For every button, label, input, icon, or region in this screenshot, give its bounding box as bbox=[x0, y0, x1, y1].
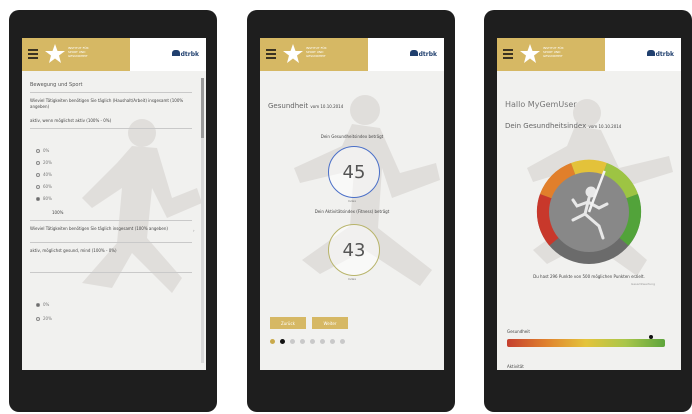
page-dots bbox=[270, 339, 345, 344]
page-title: Gesundheit vom 10.10.2014 bbox=[268, 102, 343, 110]
page-dot[interactable] bbox=[290, 339, 295, 344]
question-text[interactable]: Wieviel Tätigkeiten benötigen Sie täglic… bbox=[30, 226, 180, 232]
answer-row[interactable]: aktiv, möglichst gesund, mind (100% - 0%… bbox=[30, 248, 180, 253]
option-caption: 100% bbox=[52, 210, 64, 215]
radio-option[interactable]: 20% bbox=[36, 316, 52, 321]
partner-logo: dtrbk bbox=[171, 50, 199, 58]
dashboard-title: Dein Gesundheitsindex vom 10.10.2014 bbox=[505, 122, 621, 130]
partner-logo-icon bbox=[171, 50, 180, 56]
index-label: Dein Gesundheitsindex beträgt bbox=[320, 134, 384, 139]
health-index-circle: 45 bbox=[328, 146, 380, 198]
brand-text: INSTITUT FÜR SPORT UND GESUNDHEIT bbox=[306, 46, 327, 58]
radio-label: 20% bbox=[43, 316, 52, 321]
radio-option-selected[interactable]: 80% bbox=[36, 196, 52, 201]
hamburger-icon[interactable] bbox=[266, 49, 276, 59]
hamburger-icon[interactable] bbox=[28, 49, 38, 59]
health-scale-bar bbox=[507, 339, 665, 347]
index-label: Dein Aktivitätsindex (Fitness) beträgt bbox=[314, 209, 390, 214]
brand-bar: INSTITUT FÜR SPORT UND GESUNDHEIT bbox=[497, 38, 605, 71]
brand-bar: INSTITUT FÜR SPORT UND GESUNDHEIT bbox=[22, 38, 130, 71]
unit-label: Index bbox=[347, 277, 357, 281]
partner-logo-icon bbox=[646, 50, 655, 56]
health-gauge bbox=[536, 159, 642, 264]
radio-option[interactable]: 20% bbox=[36, 160, 52, 165]
divider bbox=[30, 220, 192, 221]
star-logo-icon bbox=[520, 44, 540, 63]
page-dot[interactable] bbox=[320, 339, 325, 344]
radio-label: 40% bbox=[43, 172, 52, 177]
brand-line: GESUNDHEIT bbox=[68, 54, 88, 58]
page-dot[interactable] bbox=[300, 339, 305, 344]
brand-text: INSTITUT FÜR SPORT UND GESUNDHEIT bbox=[543, 46, 564, 58]
radio-option[interactable]: 0% bbox=[36, 148, 49, 153]
screen-dashboard: INSTITUT FÜR SPORT UND GESUNDHEIT dtrbk … bbox=[497, 38, 681, 370]
bar-label: Gesundheit bbox=[507, 329, 530, 334]
page-dot[interactable] bbox=[270, 339, 275, 344]
unit-label: Index bbox=[347, 199, 357, 203]
app-header: INSTITUT FÜR SPORT UND GESUNDHEIT dtrbk bbox=[497, 38, 681, 71]
radio-label: 0% bbox=[43, 302, 50, 307]
page-title-text: Gesundheit bbox=[268, 102, 309, 110]
chevron-right-icon[interactable]: › bbox=[193, 228, 195, 233]
gauge-caption: Du hast 296 Punkte von 500 möglichen Pun… bbox=[533, 274, 645, 279]
brand-line: GESUNDHEIT bbox=[306, 54, 326, 58]
dashboard-title-date: vom 10.10.2014 bbox=[588, 124, 622, 129]
divider bbox=[30, 128, 192, 129]
activity-index-circle: 43 bbox=[328, 224, 380, 276]
divider bbox=[30, 92, 192, 93]
answer-row[interactable]: aktiv, wenn möglichst aktiv (100% - 0%) bbox=[30, 118, 190, 123]
phone-dashboard: INSTITUT FÜR SPORT UND GESUNDHEIT dtrbk … bbox=[484, 10, 692, 412]
next-button[interactable]: Weiter bbox=[312, 317, 348, 329]
screen-questionnaire: INSTITUT FÜR SPORT UND GESUNDHEIT dtrbk … bbox=[22, 38, 206, 370]
activity-index-value: 43 bbox=[342, 239, 366, 261]
radio-option[interactable]: 60% bbox=[36, 184, 52, 189]
partner-logo: dtrbk bbox=[646, 50, 674, 58]
back-button[interactable]: Zurück bbox=[270, 317, 306, 329]
radio-option-selected[interactable]: 0% bbox=[36, 302, 49, 307]
screenshot-stage: INSTITUT FÜR SPORT UND GESUNDHEIT dtrbk … bbox=[0, 0, 692, 414]
page-dot[interactable] bbox=[330, 339, 335, 344]
partner-logo: dtrbk bbox=[409, 50, 437, 58]
brand-line: GESUNDHEIT bbox=[543, 54, 563, 58]
section-title: Bewegung und Sport bbox=[30, 82, 83, 88]
star-logo-icon bbox=[45, 44, 65, 63]
page-dot-active[interactable] bbox=[280, 339, 285, 344]
radio-label: 60% bbox=[43, 184, 52, 189]
partner-label: dtrbk bbox=[180, 51, 199, 58]
divider bbox=[30, 272, 192, 273]
app-header: INSTITUT FÜR SPORT UND GESUNDHEIT dtrbk bbox=[260, 38, 444, 71]
app-header: INSTITUT FÜR SPORT UND GESUNDHEIT dtrbk bbox=[22, 38, 206, 71]
page-subtitle: vom 10.10.2014 bbox=[310, 104, 344, 109]
side-note: Gesamtwertung bbox=[631, 282, 656, 286]
partner-logo-icon bbox=[409, 50, 418, 56]
partner-label: dtrbk bbox=[655, 51, 674, 58]
screen-results: INSTITUT FÜR SPORT UND GESUNDHEIT dtrbk … bbox=[260, 38, 444, 370]
radio-option[interactable]: 40% bbox=[36, 172, 52, 177]
radio-label: 80% bbox=[43, 196, 52, 201]
brand-text: INSTITUT FÜR SPORT UND GESUNDHEIT bbox=[68, 46, 89, 58]
footer-label: Aktivität bbox=[507, 364, 524, 369]
phone-results: INSTITUT FÜR SPORT UND GESUNDHEIT dtrbk … bbox=[247, 10, 455, 412]
radio-label: 20% bbox=[43, 160, 52, 165]
brand-bar: INSTITUT FÜR SPORT UND GESUNDHEIT bbox=[260, 38, 368, 71]
scale-marker bbox=[648, 335, 653, 339]
scrollbar-thumb[interactable] bbox=[201, 78, 204, 138]
phone-questionnaire: INSTITUT FÜR SPORT UND GESUNDHEIT dtrbk … bbox=[9, 10, 217, 412]
question-text: Wieviel Tätigkeiten benötigen Sie täglic… bbox=[30, 98, 184, 109]
health-index-value: 45 bbox=[342, 161, 366, 183]
page-dot[interactable] bbox=[340, 339, 345, 344]
hamburger-icon[interactable] bbox=[503, 49, 513, 59]
dashboard-title-text: Dein Gesundheitsindex bbox=[505, 122, 587, 130]
greeting: Hallo MyGemUser bbox=[505, 100, 577, 109]
partner-label: dtrbk bbox=[418, 51, 437, 58]
page-dot[interactable] bbox=[310, 339, 315, 344]
radio-label: 0% bbox=[43, 148, 50, 153]
divider bbox=[30, 242, 192, 243]
star-logo-icon bbox=[283, 44, 303, 63]
